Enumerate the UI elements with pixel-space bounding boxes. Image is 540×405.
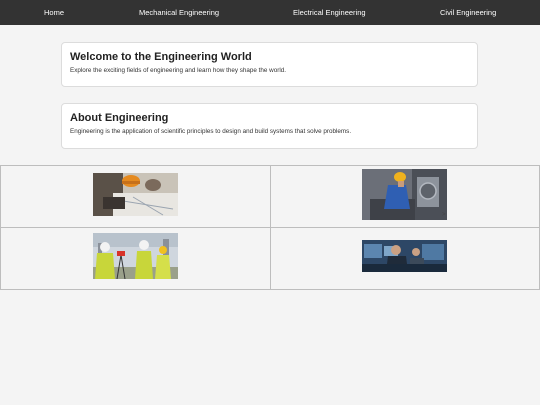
gallery-cell [0, 165, 271, 228]
about-title: About Engineering [70, 112, 169, 124]
about-card: About Engineering Engineering is the app… [61, 103, 478, 149]
gallery-cell [269, 227, 540, 290]
nav-home-link[interactable]: Home [44, 8, 64, 17]
nav-electrical-link[interactable]: Electrical Engineering [293, 8, 366, 17]
engineers-blueprint-photo [92, 172, 178, 221]
welcome-title: Welcome to the Engineering World [70, 51, 252, 63]
image-gallery [0, 165, 540, 290]
nav-civil-link[interactable]: Civil Engineering [440, 8, 496, 17]
top-navigation: Home Mechanical Engineering Electrical E… [0, 0, 540, 25]
about-text: Engineering is the application of scient… [70, 128, 352, 135]
nav-mechanical-link[interactable]: Mechanical Engineering [139, 8, 219, 17]
gallery-caret-text: > [442, 212, 446, 218]
gallery-cell [269, 165, 540, 228]
welcome-text: Explore the exciting fields of engineeri… [70, 67, 286, 74]
gallery-cell [0, 227, 271, 290]
mechanical-worker-photo [362, 168, 448, 225]
civil-surveyors-photo [92, 233, 178, 284]
electrical-control-room-photo [362, 240, 448, 277]
welcome-card: Welcome to the Engineering World Explore… [61, 42, 478, 87]
